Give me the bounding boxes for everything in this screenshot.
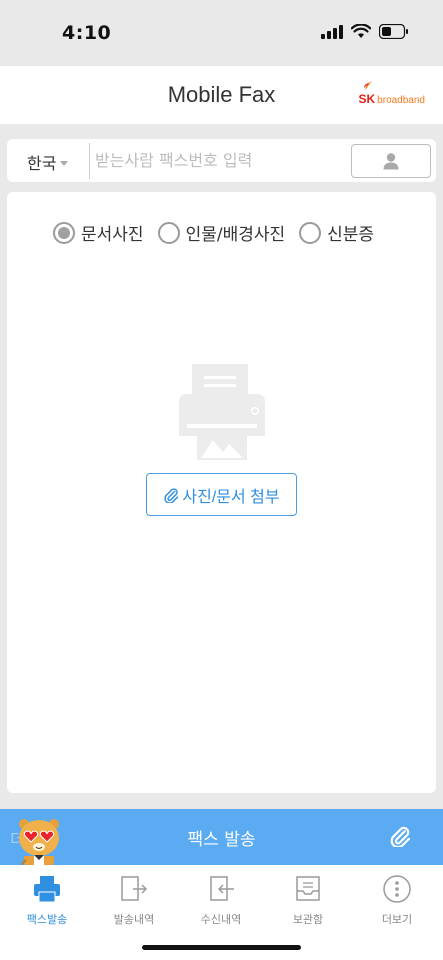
wifi-icon xyxy=(351,24,371,38)
chevron-down-icon xyxy=(60,160,69,166)
more-icon xyxy=(381,873,413,905)
tab-fax-send[interactable]: 팩스발송 xyxy=(3,873,91,927)
mascot-character-icon[interactable] xyxy=(16,816,62,870)
radio-label: 인물/배경사진 xyxy=(185,225,286,245)
send-history-icon xyxy=(118,873,150,905)
status-bar: 4:10 xyxy=(0,0,443,66)
attach-document-button[interactable]: 사진/문서 첨부 xyxy=(146,473,297,516)
paperclip-icon xyxy=(164,487,179,503)
status-time: 4:10 xyxy=(62,22,112,44)
country-label: 한국 xyxy=(27,154,57,173)
app-header: Mobile Fax SK broadband xyxy=(0,66,443,124)
battery-icon xyxy=(379,24,408,39)
home-indicator xyxy=(142,945,301,950)
fax-printer-illustration xyxy=(179,364,265,460)
country-selector[interactable]: 한국 xyxy=(27,150,69,174)
radio-person-background-photo[interactable]: 인물/배경사진 xyxy=(157,220,286,245)
receive-history-icon xyxy=(205,873,237,905)
brand-logo: SK broadband xyxy=(358,81,425,106)
divider xyxy=(89,143,90,179)
tab-send-history[interactable]: 발송내역 xyxy=(90,873,178,927)
document-panel: 문서사진 인물/배경사진 신분증 사진/문서 첨부 xyxy=(7,192,436,793)
radio-label: 신분증 xyxy=(327,225,375,245)
tab-label: 보관함 xyxy=(292,913,324,926)
paperclip-icon[interactable] xyxy=(389,825,411,847)
send-fax-bar[interactable]: 더보기 팩스 발송 xyxy=(0,809,443,865)
tab-storage[interactable]: 보관함 xyxy=(264,873,352,927)
radio-document-photo[interactable]: 문서사진 xyxy=(53,220,144,245)
brand-name-text: broadband xyxy=(377,95,425,106)
document-type-group: 문서사진 인물/배경사진 신분증 xyxy=(53,220,388,245)
radio-label: 문서사진 xyxy=(81,225,144,245)
radio-button xyxy=(299,221,322,244)
radio-id-card[interactable]: 신분증 xyxy=(299,220,374,245)
send-fax-label: 팩스 발송 xyxy=(187,830,256,850)
tab-label: 더보기 xyxy=(381,913,413,926)
attach-button-label: 사진/문서 첨부 xyxy=(182,488,280,506)
contacts-button[interactable] xyxy=(351,144,431,178)
tab-more[interactable]: 더보기 xyxy=(353,873,441,927)
radio-button xyxy=(53,221,75,244)
signal-icon xyxy=(321,24,343,39)
tab-label: 수신내역 xyxy=(200,913,242,926)
brand-sk-text: SK xyxy=(358,92,376,106)
radio-button xyxy=(157,221,180,244)
person-icon xyxy=(383,153,399,170)
recipient-bar: 한국 xyxy=(7,139,436,182)
sk-wing-icon xyxy=(363,81,372,90)
status-icons xyxy=(321,24,409,39)
tab-label: 팩스발송 xyxy=(26,913,68,926)
fax-number-input[interactable] xyxy=(95,145,345,175)
tab-label: 발송내역 xyxy=(113,913,155,926)
storage-box-icon xyxy=(292,873,324,905)
tab-receive-history[interactable]: 수신내역 xyxy=(177,873,265,927)
printer-icon xyxy=(31,873,63,905)
